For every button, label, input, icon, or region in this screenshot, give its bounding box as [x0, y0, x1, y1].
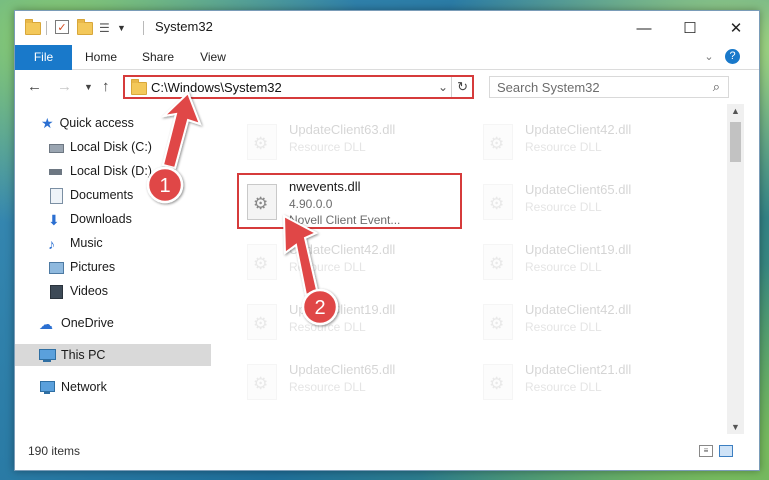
step-1-number: 1: [159, 175, 170, 197]
step-2-badge: 2: [301, 288, 339, 326]
annotation-overlay: 1 2: [146, 91, 339, 326]
step-1-arrow: [160, 91, 202, 170]
step-2-arrow: [282, 214, 319, 297]
step-1-badge: 1: [146, 166, 184, 204]
step-2-number: 2: [314, 297, 325, 319]
